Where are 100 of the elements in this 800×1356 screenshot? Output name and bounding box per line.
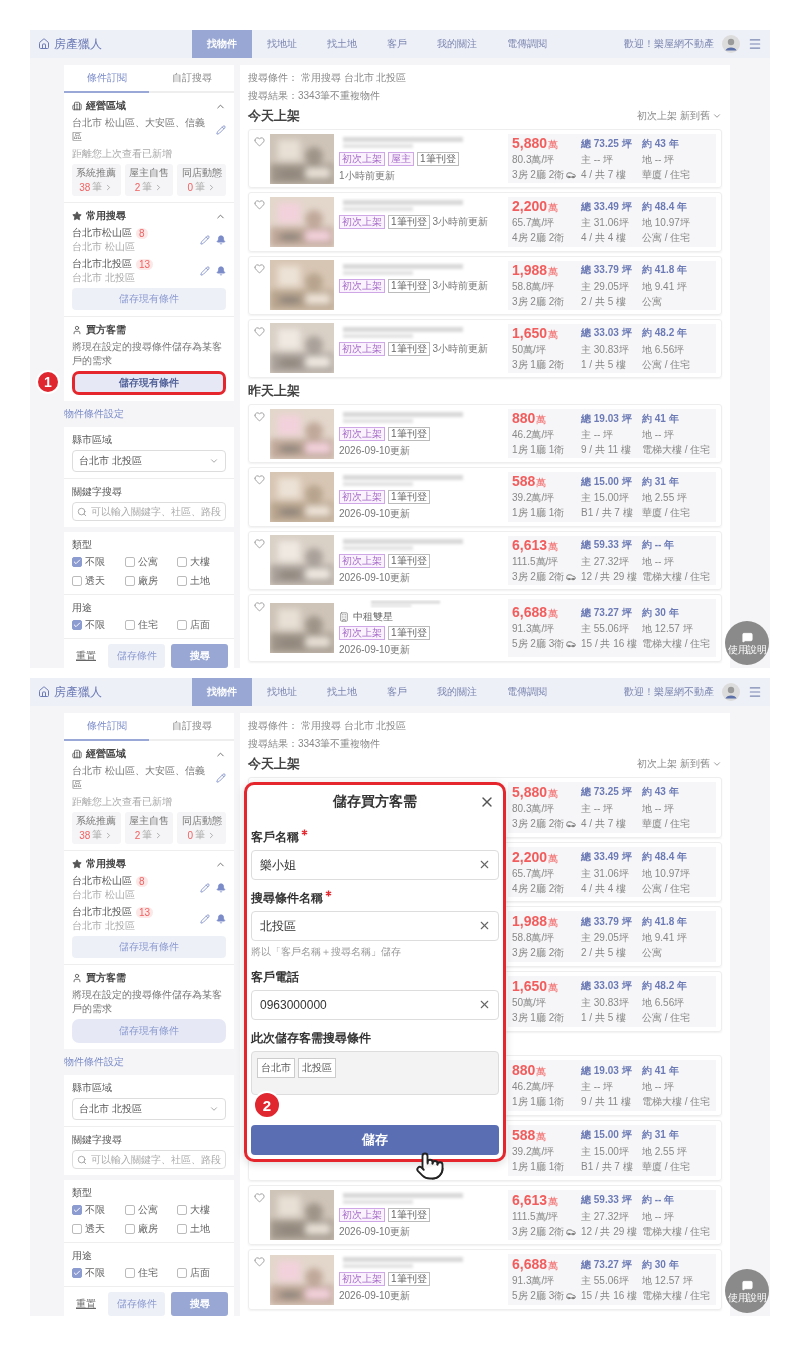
listing-tag: 1筆刊登	[388, 427, 430, 441]
update-time: 3小時前更新	[432, 215, 489, 230]
main-area: 主 -- 坪	[581, 428, 639, 443]
stat-count: 0	[187, 181, 193, 193]
stat-unit: 筆	[142, 828, 153, 842]
property-type: 公寓	[642, 294, 663, 309]
property-type: 電梯大樓 / 住宅	[642, 569, 712, 584]
result-count: 搜尋結果：3343筆不重複物件	[248, 89, 382, 103]
building-age: 約 41.8 年	[642, 914, 689, 929]
update-time: 2026-09-10更新	[339, 1224, 411, 1239]
price-unit: 萬	[548, 786, 559, 801]
building-age: 約 41 年	[642, 411, 680, 426]
section-title: 經營區域	[86, 99, 126, 113]
room-layout: 3房 2廳 2衛	[512, 294, 565, 309]
floor: 4 / 共 4 樓	[581, 881, 627, 896]
count-badge: 8	[136, 875, 148, 887]
welcome-text: 歡迎！樂屋網不動產	[624, 685, 714, 699]
building-age: 約 31 年	[642, 474, 680, 489]
group-title: 用途	[72, 1249, 93, 1263]
main-area: 主 31.06坪	[581, 866, 639, 881]
price-unit: 萬	[548, 1194, 559, 1209]
building-age: 約 43 年	[642, 136, 680, 151]
land-area: 地 -- 坪	[642, 1080, 712, 1095]
property-type: 公寓 / 住宅	[642, 881, 692, 896]
building-age: 約 48.4 年	[642, 199, 689, 214]
stat-unit: 筆	[92, 828, 103, 842]
listing-tag: 初次上架	[339, 215, 385, 230]
unit-price: 50萬/坪	[512, 342, 547, 357]
field-label: 客戶電話	[251, 969, 299, 986]
stat-unit: 筆	[194, 180, 205, 194]
section-heading: 昨天上架	[248, 382, 300, 400]
main-area: 主 -- 坪	[581, 801, 639, 816]
listing-tag: 初次上架	[339, 427, 385, 441]
community-name: 中租雙星	[353, 609, 393, 624]
total-area: 總 33.49 坪	[581, 850, 639, 864]
main-area: 主 30.83坪	[581, 995, 639, 1010]
price-unit: 萬	[536, 1129, 547, 1144]
property-type: 電梯大樓 / 住宅	[642, 637, 712, 652]
unit-price: 111.5萬/坪	[512, 1209, 560, 1224]
condition-chip: 北投區	[298, 1058, 336, 1078]
price: 588	[512, 473, 536, 490]
section-description: 將現在設定的搜尋條件儲存為某客戶的需求	[72, 340, 223, 368]
total-area: 總 73.27 坪	[581, 1257, 639, 1272]
listing-tag: 初次上架	[339, 152, 385, 166]
unit-price: 65.7萬/坪	[512, 866, 556, 881]
result-count: 搜尋結果：3343筆不重複物件	[248, 737, 382, 751]
main-area: 主 30.83坪	[581, 342, 639, 357]
stat-count: 38	[79, 181, 91, 193]
field-hint: 將以「客戶名稱＋搜尋名稱」儲存	[251, 945, 402, 959]
land-area: 地 -- 坪	[642, 428, 712, 443]
price-unit: 萬	[536, 476, 547, 491]
room-layout: 3房 2廳 2衛	[512, 946, 565, 961]
main-area: 主 31.06坪	[581, 216, 639, 231]
main-area: 主 -- 坪	[581, 1080, 639, 1095]
land-area: 地 9.41 坪	[642, 931, 712, 946]
total-area: 總 73.25 坪	[581, 136, 639, 151]
land-area: 地 -- 坪	[642, 1209, 712, 1224]
unit-price: 91.3萬/坪	[512, 1274, 556, 1289]
listing-tag: 1筆刊登	[388, 341, 430, 356]
land-area: 地 10.97坪	[642, 216, 712, 231]
total-area: 總 15.00 坪	[581, 474, 639, 489]
room-layout: 1房 1廳 1衛	[512, 443, 565, 458]
condition-chip: 台北市	[257, 1058, 295, 1078]
update-time: 2026-09-10更新	[339, 444, 411, 458]
floor: 15 / 共 16 樓	[581, 637, 639, 652]
room-layout: 3房 2廳 2衛	[512, 816, 565, 831]
unit-price: 91.3萬/坪	[512, 622, 556, 637]
stat-label: 屋主自售	[129, 166, 169, 180]
property-type: 華廈 / 住宅	[642, 1159, 692, 1174]
stat-unit: 筆	[194, 828, 205, 842]
listing-tag: 初次上架	[339, 278, 385, 293]
land-area: 地 6.56坪	[642, 342, 712, 357]
floor: B1 / 共 7 樓	[581, 1159, 634, 1174]
land-area: 地 6.56坪	[642, 995, 712, 1010]
floor: 1 / 共 5 樓	[581, 357, 627, 372]
stat-label: 系統推薦	[76, 166, 117, 180]
listing-tag: 初次上架	[339, 1272, 385, 1287]
price: 5,880	[512, 783, 548, 800]
floor: 4 / 共 4 樓	[581, 231, 627, 246]
floor: 2 / 共 5 樓	[581, 294, 627, 309]
floor: 12 / 共 29 樓	[581, 569, 639, 584]
filter-settings-title: 物件條件設定	[64, 1055, 125, 1069]
update-time: 2026-09-10更新	[339, 642, 411, 657]
listing-tag: 1筆刊登	[417, 152, 459, 166]
building-age: 約 31 年	[642, 1128, 680, 1143]
field-label: 關鍵字搜尋	[72, 485, 123, 499]
price: 5,880	[512, 135, 548, 152]
section-title: 買方客需	[86, 971, 126, 985]
count-badge: 8	[136, 227, 148, 239]
section-description: 將現在設定的搜尋條件儲存為某客戶的需求	[72, 988, 223, 1016]
room-layout: 4房 2廳 2衛	[512, 881, 565, 896]
stat-label: 同店動態	[181, 814, 222, 828]
price-unit: 萬	[548, 138, 559, 153]
main-area: 主 15.00坪	[581, 491, 639, 506]
price-unit: 萬	[548, 539, 559, 554]
field-label: 此次儲存客需搜尋條件	[251, 1030, 371, 1047]
price: 1,650	[512, 324, 548, 341]
land-area: 地 -- 坪	[642, 554, 712, 569]
unit-price: 46.2萬/坪	[512, 1080, 556, 1095]
unit-price: 46.2萬/坪	[512, 428, 556, 443]
